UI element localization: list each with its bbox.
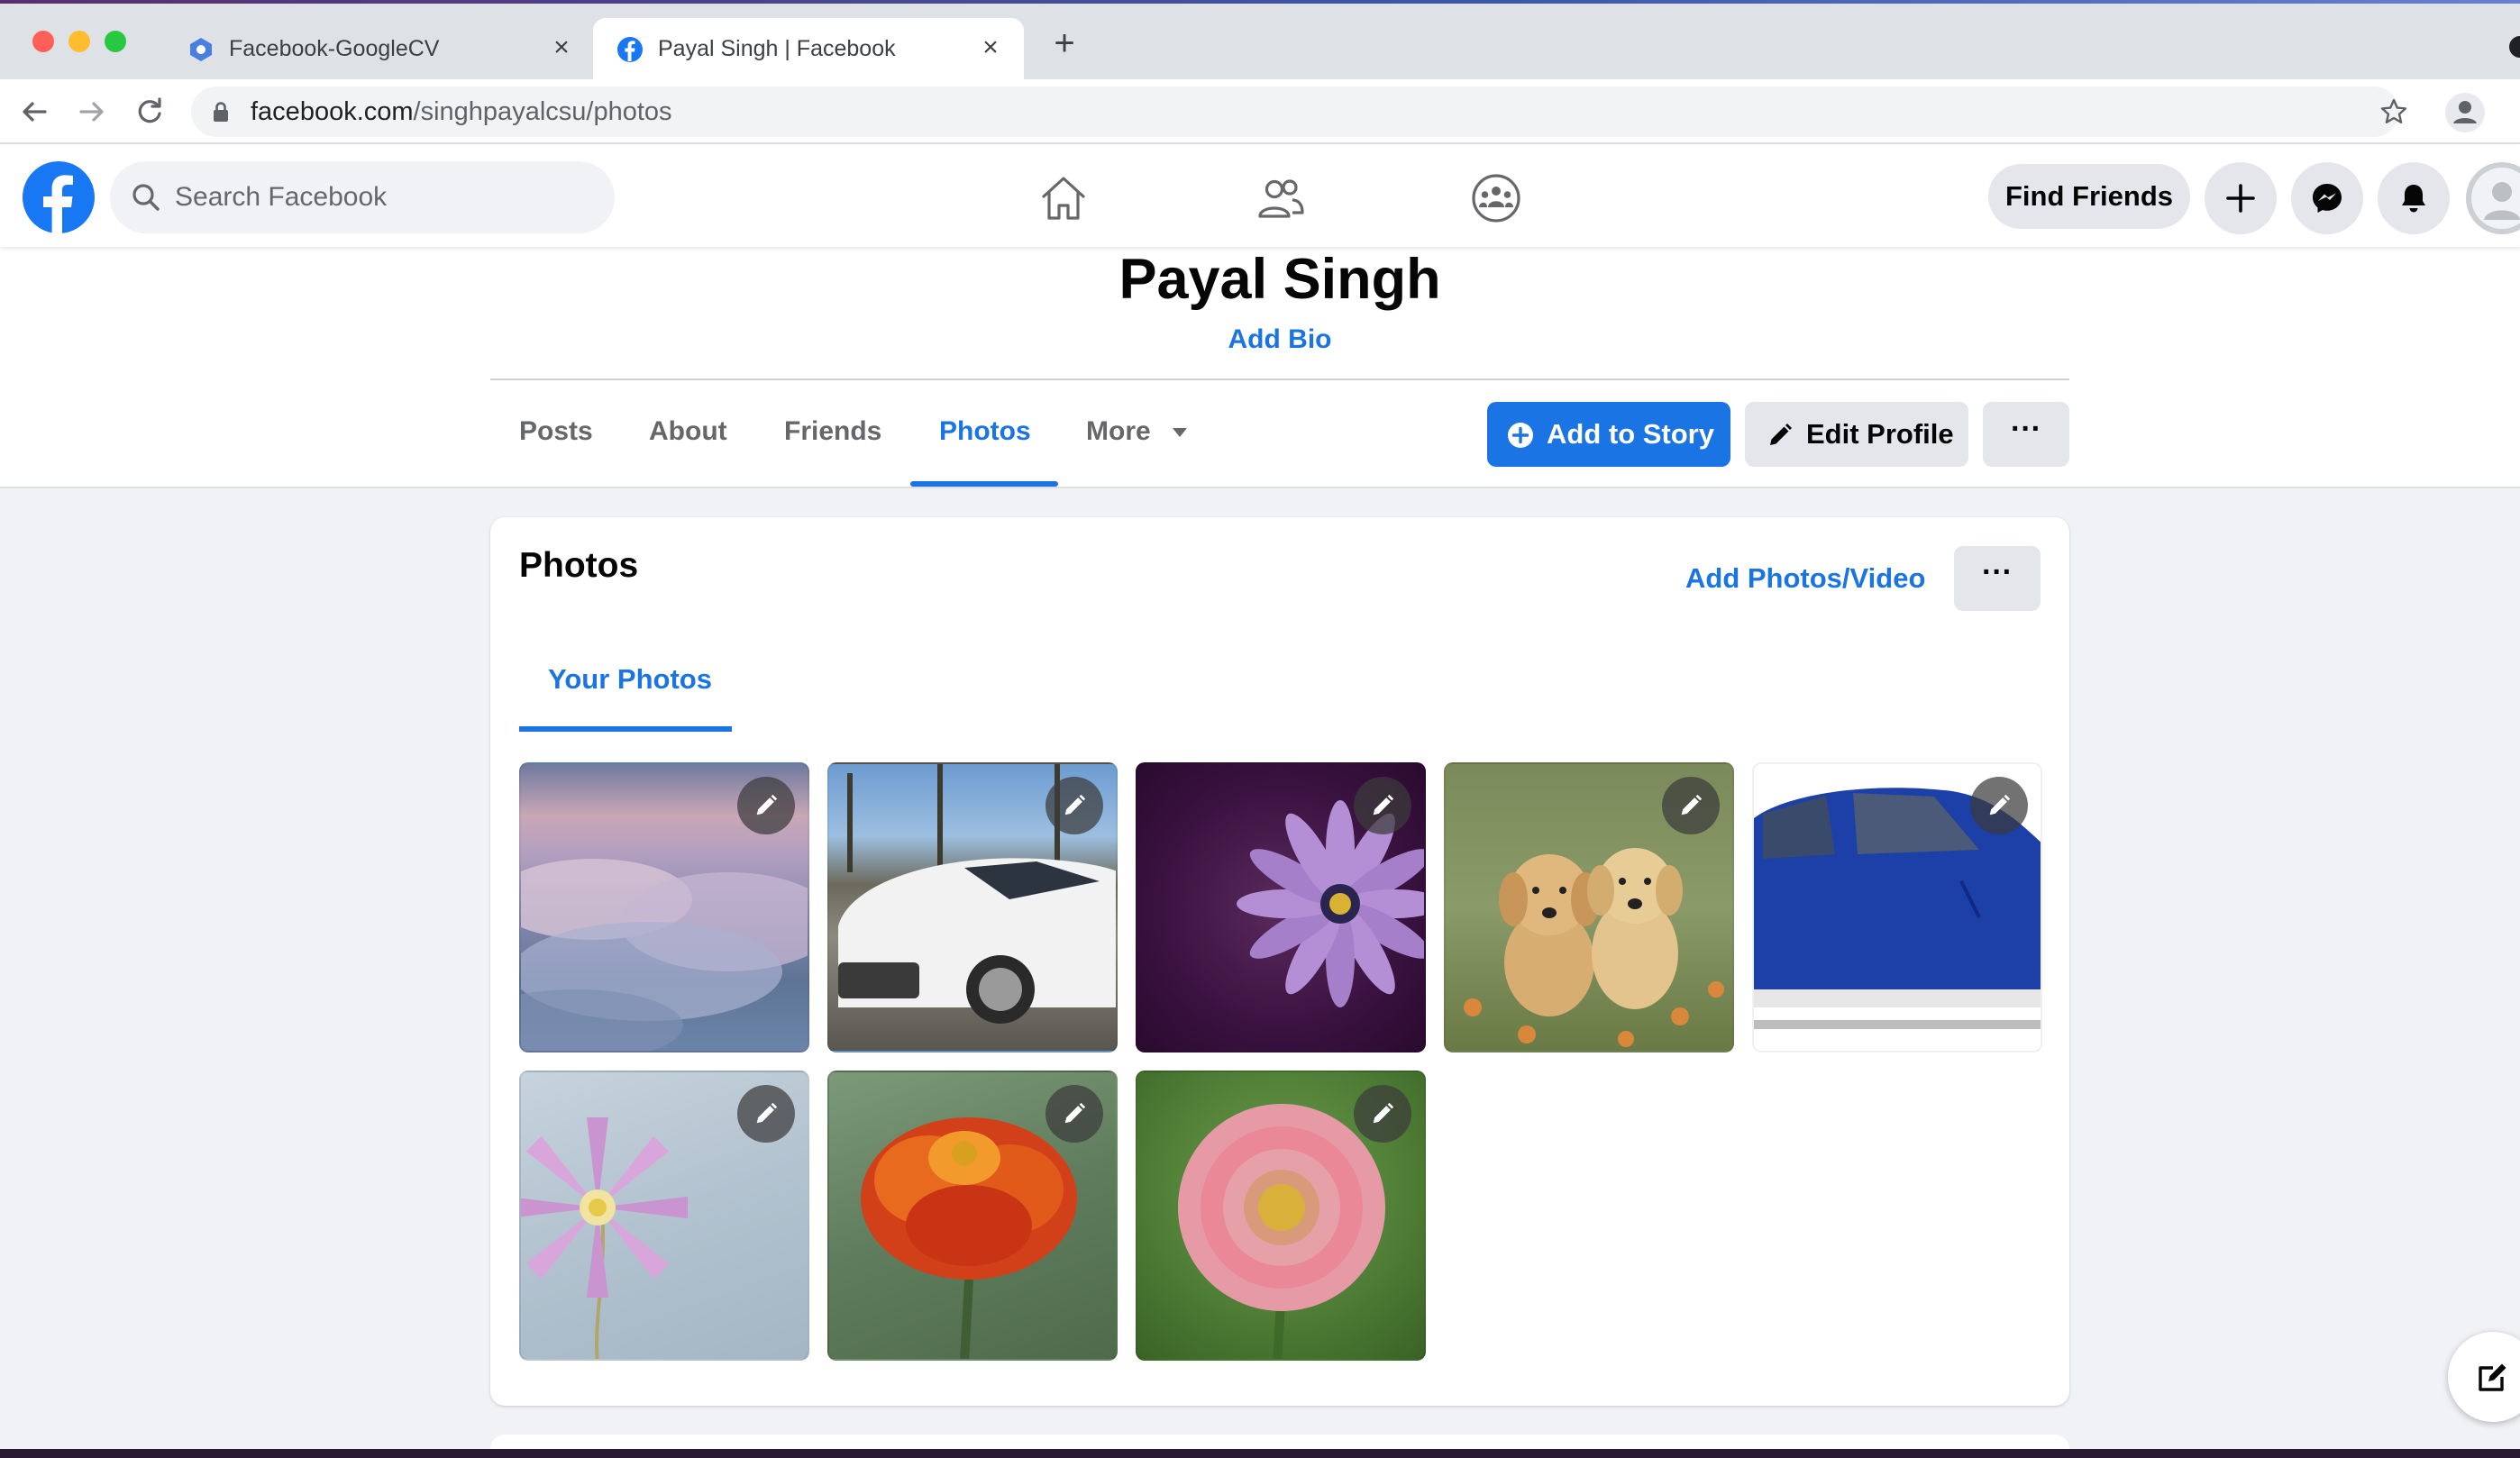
edit-photo-button[interactable] [1354,777,1411,834]
search-box[interactable] [110,161,615,233]
browser-window: Facebook-GoogleCV × Payal Singh | Facebo… [0,0,2520,1449]
create-button[interactable] [2205,162,2277,234]
address-bar[interactable]: facebook.com/singhpayalcsu/photos [191,87,2407,137]
plus-circle-icon [1508,423,1533,448]
photo-white-car[interactable] [827,762,1118,1052]
messenger-icon [2313,184,2342,213]
tab-photos[interactable]: Photos [939,416,1031,447]
tab-more-label: More [1086,416,1151,446]
back-arrow-icon[interactable] [14,92,54,132]
active-tab-indicator [910,481,1058,487]
browser-toolbar: facebook.com/singhpayalcsu/photos [0,79,2520,144]
facebook-favicon-icon [617,37,643,62]
edit-profile-button[interactable]: Edit Profile [1745,402,1968,467]
pencil-icon [1770,424,1792,445]
edit-profile-label: Edit Profile [1806,418,1954,450]
tab-search-icon[interactable] [2509,36,2520,58]
tab-friends[interactable]: Friends [784,416,881,447]
tab-close-icon[interactable]: × [546,32,577,63]
photos-title: Photos [519,546,639,585]
notifications-icon [2402,185,2425,213]
profile-header: Payal Singh Add Bio Posts About Friends … [0,247,2520,488]
add-bio-link[interactable]: Add Bio [1228,324,1332,354]
edit-photo-button[interactable] [1045,777,1103,834]
facebook-logo-icon[interactable] [22,160,96,234]
pencil-icon [1681,794,1703,816]
pencil-icon [756,794,778,816]
pencil-icon [1064,1102,1086,1124]
tab-close-icon[interactable]: × [975,32,1006,63]
top-accent-line [0,0,2520,4]
photo-clouds[interactable] [519,762,809,1052]
edit-photo-button[interactable] [1662,777,1720,834]
pencil-icon [1989,794,2011,816]
next-card-edge [490,1435,2069,1449]
minimize-window-button[interactable] [68,31,90,52]
user-avatar-icon [2471,168,2520,229]
tab-facebook-googlecv[interactable]: Facebook-GoogleCV × [164,18,595,79]
url-text[interactable]: facebook.com/singhpayalcsu/photos [251,87,672,137]
pencil-icon [756,1102,778,1124]
zoom-window-button[interactable] [105,31,126,52]
tab-title: Payal Singh | Facebook [658,36,896,61]
find-friends-button[interactable]: Find Friends [1988,164,2190,229]
pencil-icon [1064,794,1086,816]
photo-pink-dahlia[interactable] [1136,1071,1426,1361]
groups-icon[interactable] [1469,171,1523,225]
tab-about[interactable]: About [649,416,727,447]
search-icon [132,184,160,211]
add-photos-video-link[interactable]: Add Photos/Video [1685,562,1925,595]
account-avatar[interactable] [2466,162,2520,234]
photo-orange-marigold[interactable] [827,1071,1118,1361]
photo-puppies[interactable] [1444,762,1734,1052]
add-to-story-label: Add to Story [1547,418,1714,450]
tab-more[interactable]: More [1086,416,1189,447]
profile-name: Payal Singh [1118,248,1441,311]
photo-blue-car[interactable] [1752,762,2042,1052]
add-to-story-button[interactable]: Add to Story [1487,402,1730,467]
home-icon[interactable] [1036,171,1091,225]
photos-card: Photos Add Photos/Video ··· Your Photos [490,517,2069,1406]
friends-icon[interactable] [1253,171,1307,225]
edit-photo-button[interactable] [1045,1085,1103,1143]
reload-icon[interactable] [130,92,169,132]
lock-icon[interactable] [211,101,231,123]
tab-strip: Facebook-GoogleCV × Payal Singh | Facebo… [0,0,2520,79]
search-input[interactable] [175,161,589,233]
compose-icon [2479,1363,2506,1391]
facebook-header: Find Friends [0,146,2520,247]
profile-more-button[interactable]: ··· [1983,402,2069,467]
plus-icon [2226,184,2255,213]
page-body: Photos Add Photos/Video ··· Your Photos [0,488,2520,1449]
notifications-button[interactable] [2378,162,2450,234]
edit-photo-button[interactable] [1354,1085,1411,1143]
profile-avatar-icon[interactable] [2444,92,2486,133]
tab-title: Facebook-GoogleCV [229,36,440,61]
bookmark-star-icon[interactable] [2379,97,2408,126]
photo-pink-clematis[interactable] [519,1071,809,1361]
forward-arrow-icon[interactable] [72,92,112,132]
edit-photo-button[interactable] [737,1085,795,1143]
close-window-button[interactable] [32,31,54,52]
tab-your-photos[interactable]: Your Photos [548,663,712,696]
messenger-button[interactable] [2291,162,2363,234]
photos-more-button[interactable]: ··· [1954,546,2041,611]
tab-payal-singh-facebook[interactable]: Payal Singh | Facebook × [593,18,1024,79]
edit-photo-button[interactable] [1970,777,2028,834]
tab-posts[interactable]: Posts [519,416,593,447]
your-photos-indicator [519,726,732,732]
new-tab-button[interactable]: + [1045,25,1083,63]
profile-divider [490,378,2069,380]
googlecv-favicon-icon [190,38,212,61]
url-path: /singhpayalcsu/photos [413,97,672,126]
pencil-icon [1373,794,1394,816]
pencil-icon [1373,1102,1394,1124]
photo-purple-daisy[interactable] [1136,762,1426,1052]
url-host: facebook.com [251,97,414,126]
caret-down-icon [1173,428,1188,438]
edit-photo-button[interactable] [737,777,795,834]
